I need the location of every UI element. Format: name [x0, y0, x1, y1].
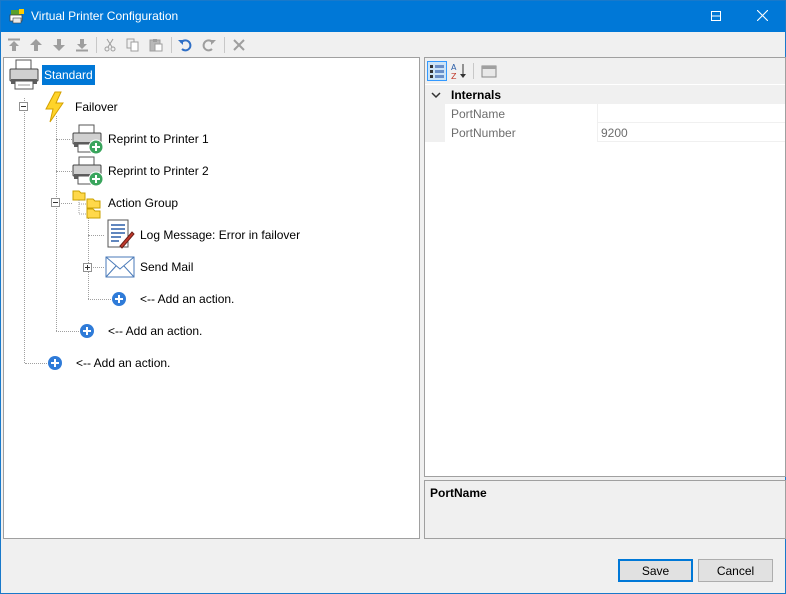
- categorized-icon[interactable]: [427, 61, 447, 81]
- printer-add-icon: [72, 123, 104, 158]
- move-top-icon[interactable]: [5, 36, 23, 54]
- folders-icon: [72, 187, 102, 222]
- property-value[interactable]: 9200: [597, 123, 785, 142]
- category-label: Internals: [451, 88, 502, 102]
- tree-connector: [88, 299, 111, 300]
- move-up-icon[interactable]: [27, 36, 45, 54]
- action-tree[interactable]: Standard Failover Reprint to Printer 1 R…: [3, 57, 420, 539]
- add-circle-icon[interactable]: [111, 291, 127, 310]
- property-value[interactable]: [597, 104, 785, 123]
- tree-node-failover[interactable]: Failover: [75, 100, 118, 114]
- category-internals[interactable]: Internals: [425, 85, 785, 104]
- row-gutter: [425, 123, 445, 142]
- log-document-icon: [104, 218, 136, 253]
- property-toolbar: AZ: [425, 58, 785, 84]
- tree-node-action-group[interactable]: Action Group: [108, 196, 178, 210]
- add-circle-icon[interactable]: [47, 355, 63, 374]
- property-pages-icon[interactable]: [479, 61, 499, 81]
- toolbar: [1, 32, 785, 57]
- cut-icon[interactable]: [101, 36, 119, 54]
- move-down-icon[interactable]: [50, 36, 68, 54]
- title-bar[interactable]: Virtual Printer Configuration: [1, 1, 785, 32]
- tree-node-reprint-2[interactable]: Reprint to Printer 2: [108, 164, 209, 178]
- app-icon: [9, 8, 25, 24]
- tree-connector: [61, 203, 72, 204]
- close-icon: [756, 9, 768, 24]
- description-title: PortName: [430, 486, 487, 500]
- window-title: Virtual Printer Configuration: [31, 9, 179, 23]
- printer-add-icon: [72, 155, 104, 190]
- printer-icon: [8, 59, 40, 94]
- lightning-icon: [41, 91, 69, 126]
- tree-connector: [88, 235, 104, 236]
- property-row-portname[interactable]: PortName: [425, 104, 785, 123]
- row-gutter: [425, 104, 445, 123]
- move-bottom-icon[interactable]: [73, 36, 91, 54]
- add-action-group-link[interactable]: <-- Add an action.: [140, 292, 234, 306]
- toolbar-separator: [224, 37, 225, 53]
- svg-text:Z: Z: [451, 72, 457, 80]
- tree-node-send-mail[interactable]: Send Mail: [140, 260, 193, 274]
- undo-icon[interactable]: [176, 36, 194, 54]
- tree-connector: [56, 171, 72, 172]
- expand-send-mail-toggle[interactable]: [83, 263, 92, 272]
- add-action-root-link[interactable]: <-- Add an action.: [76, 356, 170, 370]
- maximize-button[interactable]: [693, 1, 739, 32]
- property-grid: AZ Internals PortName PortNumber 9200: [424, 57, 786, 477]
- maximize-icon: [711, 10, 721, 24]
- copy-icon[interactable]: [124, 36, 142, 54]
- collapse-failover-toggle[interactable]: [19, 102, 28, 111]
- chevron-down-icon[interactable]: [431, 89, 441, 103]
- tree-node-reprint-1[interactable]: Reprint to Printer 1: [108, 132, 209, 146]
- tree-connector: [93, 267, 104, 268]
- tree-connector: [24, 98, 25, 363]
- envelope-icon: [104, 253, 136, 284]
- tree-node-log-message[interactable]: Log Message: Error in failover: [140, 228, 300, 242]
- delete-icon[interactable]: [230, 36, 248, 54]
- tree-connector: [88, 210, 89, 299]
- property-name: PortName: [451, 107, 506, 121]
- cancel-button[interactable]: Cancel: [698, 559, 773, 582]
- close-button[interactable]: [739, 1, 785, 32]
- toolbar-separator: [171, 37, 172, 53]
- property-name: PortNumber: [451, 126, 516, 140]
- tree-connector: [56, 116, 57, 331]
- property-description: PortName: [424, 480, 786, 539]
- tree-connector: [56, 139, 72, 140]
- add-circle-icon[interactable]: [79, 323, 95, 342]
- paste-icon[interactable]: [147, 36, 165, 54]
- toolbar-separator: [473, 63, 474, 79]
- collapse-action-group-toggle[interactable]: [51, 198, 60, 207]
- main-window: Virtual Printer Configuration Standard F…: [0, 0, 786, 594]
- alphabetical-icon[interactable]: AZ: [449, 61, 469, 81]
- toolbar-separator: [96, 37, 97, 53]
- property-row-portnumber[interactable]: PortNumber 9200: [425, 123, 785, 142]
- redo-icon[interactable]: [200, 36, 218, 54]
- save-button[interactable]: Save: [618, 559, 693, 582]
- add-action-failover-link[interactable]: <-- Add an action.: [108, 324, 202, 338]
- svg-text:A: A: [451, 63, 457, 72]
- tree-connector: [56, 331, 79, 332]
- tree-connector: [25, 363, 47, 364]
- tree-node-standard[interactable]: Standard: [42, 65, 95, 85]
